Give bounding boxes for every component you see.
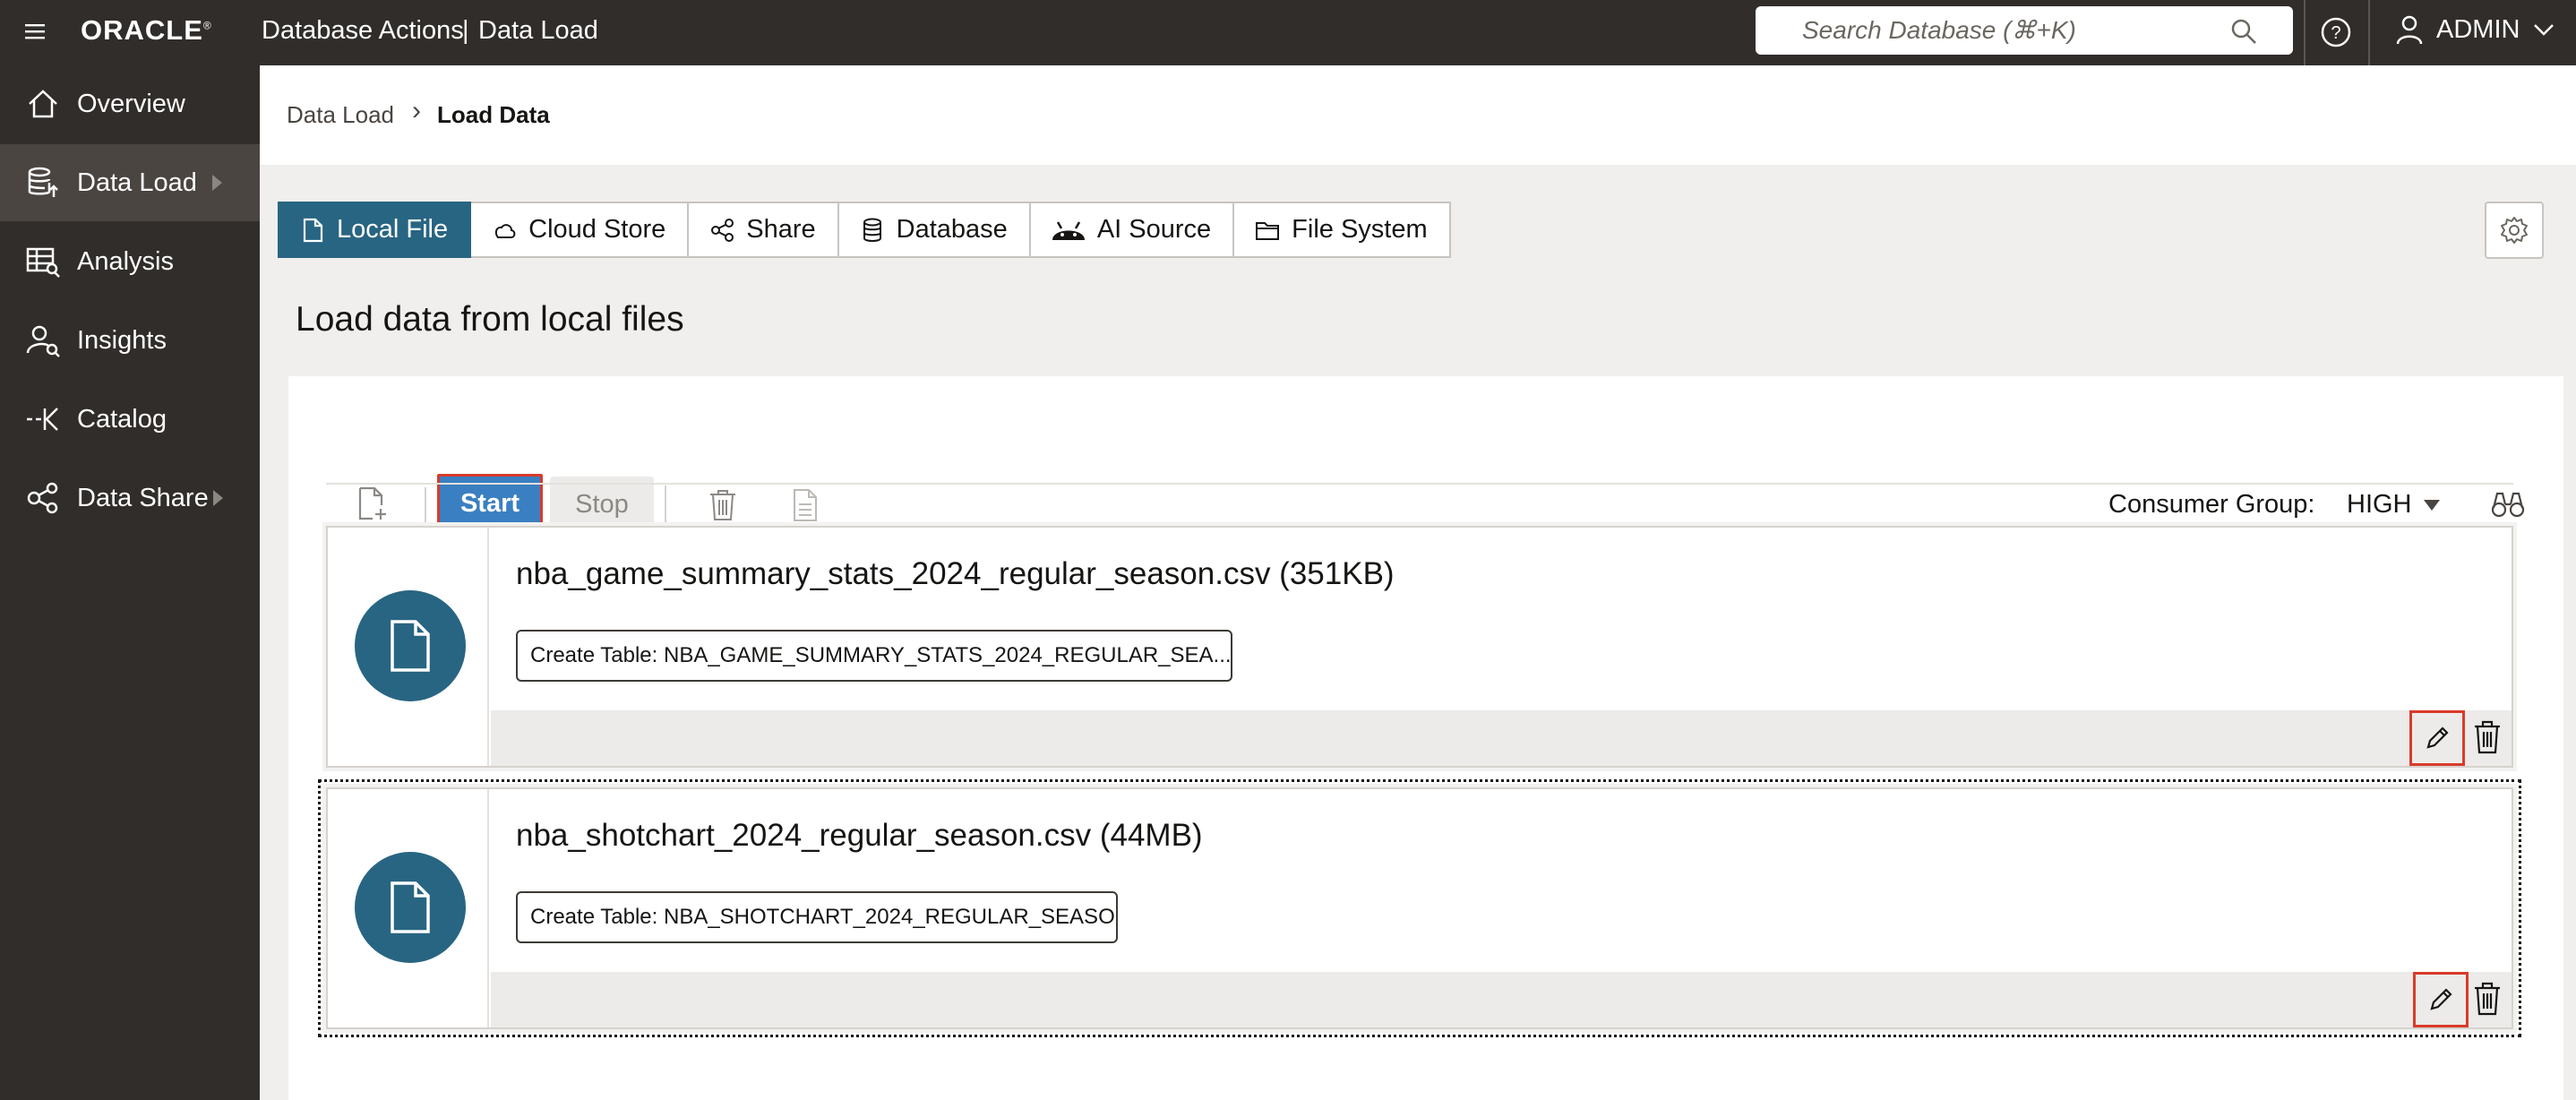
file-icon [303, 218, 323, 242]
share-icon [711, 218, 734, 242]
trash-icon[interactable] [708, 488, 738, 522]
toolbar-divider [665, 486, 666, 525]
pencil-icon [2426, 726, 2449, 749]
toolbar-divider [425, 487, 426, 527]
sidebar-item-insights[interactable]: Insights [0, 302, 260, 379]
sidebar-item-catalog[interactable]: Catalog [0, 381, 260, 458]
page-name: Data Load [478, 16, 598, 45]
sidebar-item-label: Data Share [77, 483, 209, 512]
android-icon [1052, 220, 1085, 240]
sidebar-item-data-load[interactable]: Data Load [0, 144, 260, 221]
chevron-down-icon [2534, 24, 2555, 36]
title-separator: | [462, 16, 469, 45]
main-content: Data Load › Load Data Local File Cloud S… [260, 65, 2576, 1100]
gear-icon [2501, 217, 2528, 244]
home-icon [29, 90, 57, 118]
target-table-tag[interactable]: Create Table: NBA_SHOTCHART_2024_REGULAR… [516, 891, 1118, 943]
hamburger-menu-icon[interactable] [23, 20, 47, 43]
document-icon[interactable] [792, 488, 819, 522]
sidebar-item-overview[interactable]: Overview [0, 65, 260, 142]
sidebar-item-label: Analysis [77, 246, 174, 276]
database-icon [863, 218, 881, 242]
file-badge [355, 852, 466, 963]
tab-file-system[interactable]: File System [1234, 202, 1451, 258]
brand-mark: ® [202, 19, 212, 32]
sidebar-item-analysis[interactable]: Analysis [0, 223, 260, 300]
source-tabs: Local File Cloud Store Share Database AI… [278, 202, 1451, 258]
catalog-icon [27, 408, 58, 431]
settings-button[interactable] [2485, 202, 2544, 259]
breadcrumb: Data Load › Load Data [260, 65, 2576, 165]
breadcrumb-parent-link[interactable]: Data Load [287, 101, 394, 129]
database-upload-icon [28, 167, 58, 197]
tab-label: Local File [337, 215, 449, 244]
submenu-arrow-icon [212, 175, 222, 191]
oracle-logo: ORACLE® [81, 14, 212, 47]
add-file-icon[interactable] [356, 486, 389, 521]
pencil-icon [2430, 988, 2452, 1010]
card-footer [491, 710, 2512, 766]
tab-ai-source[interactable]: AI Source [1030, 202, 1235, 258]
file-badge [355, 590, 466, 701]
svg-text:?: ? [2331, 23, 2340, 43]
submenu-arrow-icon [213, 490, 223, 506]
sidebar-item-label: Overview [77, 89, 185, 118]
folder-icon [1256, 221, 1280, 240]
brand-text: ORACLE [81, 14, 203, 46]
edit-button[interactable] [2409, 710, 2465, 766]
file-card: nba_shotchart_2024_regular_season.csv (4… [318, 779, 2521, 1037]
toolbar-divider-line [326, 483, 2513, 485]
tab-cloud-store[interactable]: Cloud Store [471, 202, 690, 258]
user-icon [2396, 15, 2423, 45]
consumer-group-select[interactable]: HIGH [2347, 490, 2412, 520]
search-input[interactable] [1802, 16, 2232, 45]
user-name: ADMIN [2436, 14, 2520, 44]
cloud-icon [495, 223, 516, 238]
stop-button[interactable]: Stop [550, 477, 654, 532]
file-icon-column [328, 528, 489, 766]
top-divider [2304, 0, 2306, 65]
file-card: nba_game_summary_stats_2024_regular_seas… [326, 526, 2513, 768]
sidebar: Overview Data Load Analysis Insights Cat… [0, 65, 260, 1100]
tab-local-file[interactable]: Local File [278, 202, 472, 258]
file-icon [391, 620, 430, 672]
sidebar-item-data-share[interactable]: Data Share [0, 460, 260, 537]
consumer-group-label: Consumer Group: [2108, 490, 2315, 519]
tab-label: Cloud Store [528, 215, 666, 244]
tab-label: Database [896, 215, 1008, 244]
user-search-icon [26, 325, 60, 357]
file-name: nba_shotchart_2024_regular_season.csv (4… [516, 818, 1203, 853]
target-table-tag[interactable]: Create Table: NBA_GAME_SUMMARY_STATS_202… [516, 630, 1232, 682]
file-name: nba_game_summary_stats_2024_regular_seas… [516, 556, 1395, 591]
file-icon-column [328, 789, 489, 1027]
tab-label: File System [1292, 215, 1428, 244]
sidebar-item-label: Catalog [77, 404, 167, 434]
share-icon [27, 482, 58, 514]
binoculars-icon[interactable] [2490, 488, 2526, 520]
top-bar: ORACLE® Database Actions | Data Load ? A… [0, 0, 2576, 65]
section-title: Load data from local files [296, 300, 684, 339]
tab-database[interactable]: Database [838, 202, 1031, 258]
user-menu[interactable]: ADMIN [2395, 14, 2555, 45]
trash-icon[interactable] [2472, 719, 2503, 755]
tab-label: Share [746, 215, 816, 244]
breadcrumb-current: Load Data [437, 101, 550, 128]
edit-button[interactable] [2413, 972, 2469, 1027]
app-title: Database Actions [262, 16, 464, 45]
dropdown-caret-icon[interactable] [2424, 500, 2440, 511]
table-analysis-icon [26, 247, 60, 278]
search-box [1756, 6, 2293, 55]
file-icon [391, 881, 430, 933]
breadcrumb-separator: › [412, 96, 421, 125]
tab-share[interactable]: Share [689, 202, 839, 258]
card-footer [491, 972, 2512, 1027]
tab-label: AI Source [1096, 215, 1212, 244]
help-icon[interactable]: ? [2320, 16, 2352, 48]
trash-icon[interactable] [2472, 981, 2503, 1017]
sidebar-item-label: Data Load [77, 168, 197, 197]
top-divider [2368, 0, 2370, 65]
search-icon[interactable] [2230, 18, 2257, 45]
sidebar-item-label: Insights [77, 325, 167, 355]
